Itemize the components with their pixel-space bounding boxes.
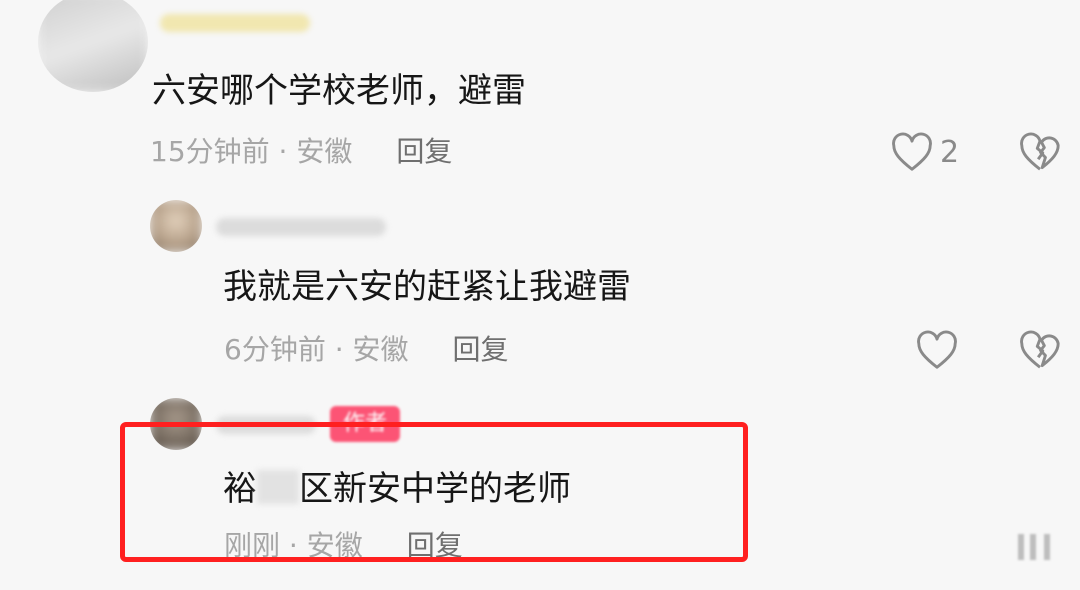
meta-separator: ·: [269, 135, 297, 168]
comment-text: 我就是六安的赶紧让我避雷: [223, 267, 631, 307]
broken-heart-icon[interactable]: [1018, 132, 1062, 172]
action-icons-partial: [1010, 530, 1060, 560]
comment-location: 安徽: [306, 529, 363, 562]
comment-text-start: 裕: [223, 469, 257, 509]
bottom-fade: [0, 562, 1080, 590]
comment-time: 6分钟前: [224, 333, 326, 366]
reply-button[interactable]: 回复: [453, 333, 509, 366]
avatar[interactable]: [150, 398, 202, 450]
comment-text-end: 区新安中学的老师: [299, 469, 571, 509]
comment-time: 刚刚: [224, 529, 281, 562]
avatar[interactable]: [150, 200, 202, 252]
comment-time: 15分钟前: [150, 135, 270, 168]
redacted-text: [257, 470, 299, 504]
comment-text: 裕 区新安中学的老师: [223, 470, 571, 506]
comment-meta: 刚刚 · 安徽 回复: [224, 532, 463, 560]
heart-outline-icon[interactable]: [915, 330, 959, 370]
author-badge: 作者: [330, 406, 400, 442]
username-blurred[interactable]: [160, 14, 310, 32]
like-count: 2: [940, 135, 960, 170]
comment-meta: 6分钟前 · 安徽 回复: [224, 336, 509, 364]
broken-heart-icon[interactable]: [1018, 330, 1062, 370]
comment-location: 安徽: [296, 135, 353, 168]
meta-separator: ·: [280, 529, 307, 562]
comment-text: 六安哪个学校老师，避雷: [152, 71, 526, 111]
heart-outline-icon[interactable]: [890, 132, 934, 172]
comment-location: 安徽: [352, 333, 409, 366]
username-blurred[interactable]: [216, 416, 316, 434]
avatar[interactable]: [38, 0, 148, 92]
reply-button[interactable]: 回复: [407, 529, 463, 562]
meta-separator: ·: [325, 333, 353, 366]
comment-meta: 15分钟前 · 安徽 回复: [150, 138, 452, 166]
username-blurred[interactable]: [216, 218, 386, 236]
reply-button[interactable]: 回复: [396, 135, 452, 168]
